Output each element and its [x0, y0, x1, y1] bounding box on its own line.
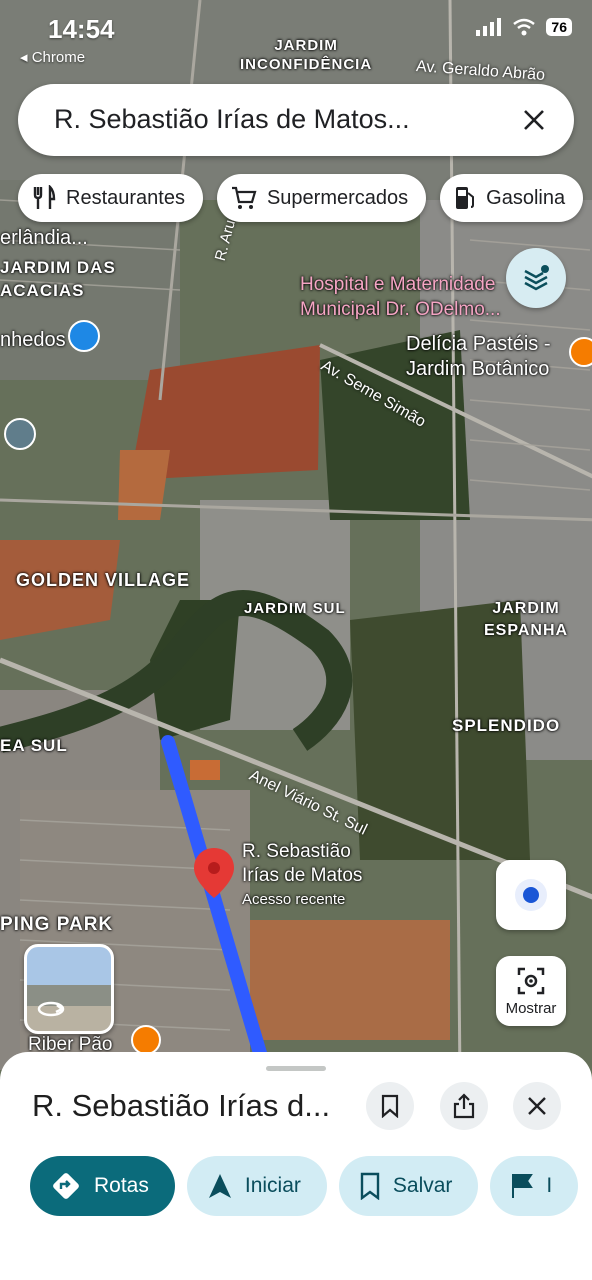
- rotate-360-icon: [37, 1001, 65, 1017]
- chip-supermarkets-label: Supermercados: [266, 186, 409, 209]
- poi-label-edos: nhedos: [0, 329, 66, 351]
- close-icon: [524, 110, 544, 130]
- shopping-poi-marker: [68, 320, 100, 352]
- neighborhood-label-golden-village: GOLDEN VILLAGE: [16, 570, 191, 590]
- start-button[interactable]: Iniciar: [186, 1156, 327, 1216]
- start-button-label: Iniciar: [244, 1174, 301, 1197]
- action-buttons-row: Rotas Iniciar Salvar I: [30, 1156, 579, 1216]
- fuel-icon: [456, 187, 475, 209]
- save-button-label: Salvar: [392, 1174, 453, 1197]
- bookmark-icon: [360, 1172, 380, 1200]
- show-button[interactable]: Mostrar: [496, 956, 566, 1026]
- label-button-label: I: [546, 1174, 553, 1197]
- poi-label-hospital: Hospital e Maternidade Municipal Dr. ODe…: [300, 274, 501, 320]
- pin-subtitle: Acesso recente: [242, 891, 346, 908]
- poi-label-delicia-pasteis: Delícia Pastéis - Jardim Botânico: [406, 333, 551, 380]
- bakery-poi-marker: [131, 1025, 161, 1055]
- search-input[interactable]: R. Sebastião Irías de Matos...: [54, 104, 474, 135]
- search-bar[interactable]: R. Sebastião Irías de Matos...: [18, 84, 574, 156]
- status-time: 14:54: [48, 14, 115, 44]
- street-view-thumbnail[interactable]: [24, 944, 114, 1034]
- chip-restaurants[interactable]: Restaurantes: [18, 174, 203, 222]
- neighborhood-label-ping-park: PING PARK: [0, 914, 114, 935]
- my-location-icon: [515, 879, 547, 911]
- flag-icon: [512, 1174, 534, 1198]
- my-location-button[interactable]: [496, 860, 566, 930]
- clear-search-button[interactable]: [512, 98, 556, 142]
- status-bar: 14:54 ◂ Chrome 76: [0, 14, 592, 66]
- chip-gas[interactable]: Gasolina: [440, 174, 584, 222]
- directions-button-label: Rotas: [94, 1174, 149, 1197]
- place-bottom-sheet[interactable]: R. Sebastião Irías d... Rotas Iniciar Sa…: [0, 1052, 592, 1280]
- neighborhood-label-jardim-das-acacias: JARDIM DAS ACACIAS: [0, 258, 116, 300]
- fork-knife-icon: [33, 185, 56, 209]
- pin-label: R. Sebastião Irías de Matos Acesso recen…: [242, 840, 362, 912]
- chip-supermarkets[interactable]: Supermercados: [216, 174, 427, 222]
- close-icon: [528, 1097, 546, 1115]
- status-icons: 76: [476, 18, 572, 36]
- chip-restaurants-label: Restaurantes: [66, 186, 185, 209]
- place-title: R. Sebastião Irías d...: [32, 1088, 331, 1123]
- share-button[interactable]: [440, 1082, 488, 1130]
- save-place-button[interactable]: [366, 1082, 414, 1130]
- lens-icon: [517, 967, 545, 995]
- neighborhood-label-jardim-sul: JARDIM SUL: [244, 600, 346, 617]
- navigation-arrow-icon: [208, 1174, 231, 1198]
- cart-icon: [231, 186, 257, 209]
- sheet-drag-handle[interactable]: [266, 1066, 326, 1071]
- label-button[interactable]: I: [490, 1156, 579, 1216]
- show-button-label: Mostrar: [505, 1000, 557, 1017]
- poi-label-erlandia: erlândia...: [0, 227, 88, 249]
- school-poi-marker: [4, 418, 36, 450]
- battery-indicator: 76: [546, 18, 572, 36]
- pin-title: R. Sebastião Irías de Matos: [242, 841, 363, 886]
- layers-button[interactable]: [506, 248, 566, 308]
- directions-icon: [53, 1173, 79, 1199]
- neighborhood-label-splendido: SPLENDIDO: [452, 716, 561, 735]
- save-button[interactable]: Salvar: [338, 1156, 479, 1216]
- wifi-icon: [513, 18, 536, 36]
- chip-gas-label: Gasolina: [486, 186, 566, 209]
- neighborhood-label-jardim-espanha: JARDIM ESPANHA: [484, 600, 569, 639]
- restaurant-poi-marker: [569, 337, 592, 367]
- category-chips: Restaurantes Supermercados Gasolina: [18, 174, 584, 222]
- directions-button[interactable]: Rotas: [30, 1156, 175, 1216]
- close-sheet-button[interactable]: [513, 1082, 561, 1130]
- back-to-chrome-link[interactable]: ◂ Chrome: [20, 48, 85, 66]
- bookmark-icon: [381, 1094, 399, 1118]
- layers-icon: [524, 265, 549, 291]
- map-view[interactable]: JARDIM INCONFIDÊNCIA Av. Geraldo Abrão J…: [0, 0, 592, 1080]
- signal-icon: [476, 18, 502, 36]
- share-icon: [453, 1093, 475, 1119]
- neighborhood-label-ea-sul: EA SUL: [0, 736, 68, 755]
